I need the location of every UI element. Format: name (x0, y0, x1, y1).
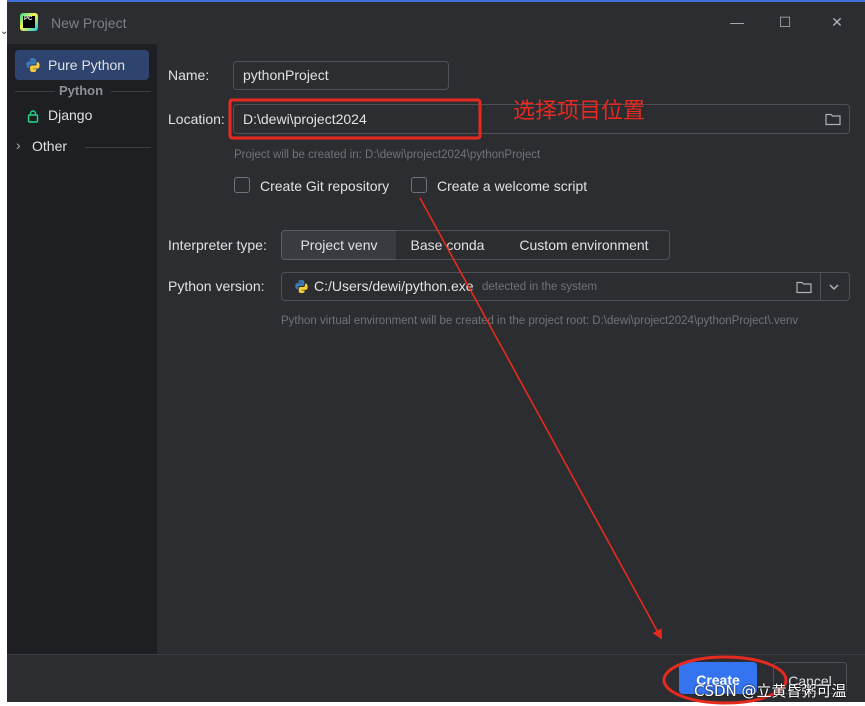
sidebar-item-django[interactable]: Django (15, 104, 149, 128)
git-repository-checkbox[interactable] (234, 177, 250, 193)
location-input-value: D:\dewi\project2024 (243, 111, 367, 127)
sidebar-item-label: Other (32, 138, 68, 154)
tab-custom-environment[interactable]: Custom environment (499, 230, 670, 260)
git-repository-label[interactable]: Create Git repository (260, 178, 389, 194)
project-type-sidebar: Pure Python Python Django › Other (7, 44, 157, 654)
name-label: Name: (168, 67, 210, 83)
background-strip (0, 0, 7, 706)
minimize-button[interactable]: — (729, 14, 745, 30)
welcome-script-label[interactable]: Create a welcome script (437, 178, 587, 194)
window-title: New Project (51, 15, 127, 31)
tab-base-conda[interactable]: Base conda (396, 230, 500, 260)
python-version-select[interactable]: C:/Users/dewi/python.exe detected in the… (281, 272, 850, 301)
sidebar-item-other[interactable]: › Other (7, 136, 157, 158)
python-version-label: Python version: (168, 278, 265, 294)
sidebar-item-pure-python[interactable]: Pure Python (15, 50, 149, 80)
sidebar-item-label: Pure Python (48, 57, 126, 73)
venv-hint: Python virtual environment will be creat… (281, 315, 799, 327)
chevron-down-icon[interactable] (828, 282, 840, 292)
tab-project-venv[interactable]: Project venv (281, 230, 397, 260)
name-input[interactable]: pythonProject (233, 61, 449, 90)
chevron-right-icon: › (16, 137, 21, 153)
new-project-dialog: PC New Project — ☐ ✕ Pure Python Python … (7, 2, 865, 702)
sidebar-group-python: Python (7, 83, 157, 99)
location-hint: Project will be created in: D:\dewi\proj… (234, 149, 541, 161)
lock-icon (27, 110, 39, 123)
python-version-value: C:/Users/dewi/python.exe (314, 278, 474, 294)
python-icon (26, 58, 40, 72)
close-button[interactable]: ✕ (829, 14, 845, 30)
sidebar-group-label: Python (59, 83, 104, 98)
title-bar: PC New Project — ☐ ✕ (7, 2, 865, 44)
folder-icon[interactable] (825, 112, 841, 126)
welcome-script-checkbox[interactable] (411, 177, 427, 193)
interpreter-type-label: Interpreter type: (168, 237, 267, 253)
name-input-value: pythonProject (243, 67, 329, 83)
python-icon (295, 279, 308, 294)
annotation-text: 选择项目位置 (513, 99, 646, 124)
python-version-detected-note: detected in the system (482, 281, 598, 293)
folder-icon[interactable] (796, 280, 812, 294)
pycharm-logo-icon: PC (20, 13, 38, 31)
sidebar-item-label: Django (48, 107, 93, 123)
location-label: Location: (168, 111, 225, 127)
watermark: CSDN @立黄昏粥可温 (694, 682, 847, 700)
maximize-button[interactable]: ☐ (777, 14, 793, 30)
